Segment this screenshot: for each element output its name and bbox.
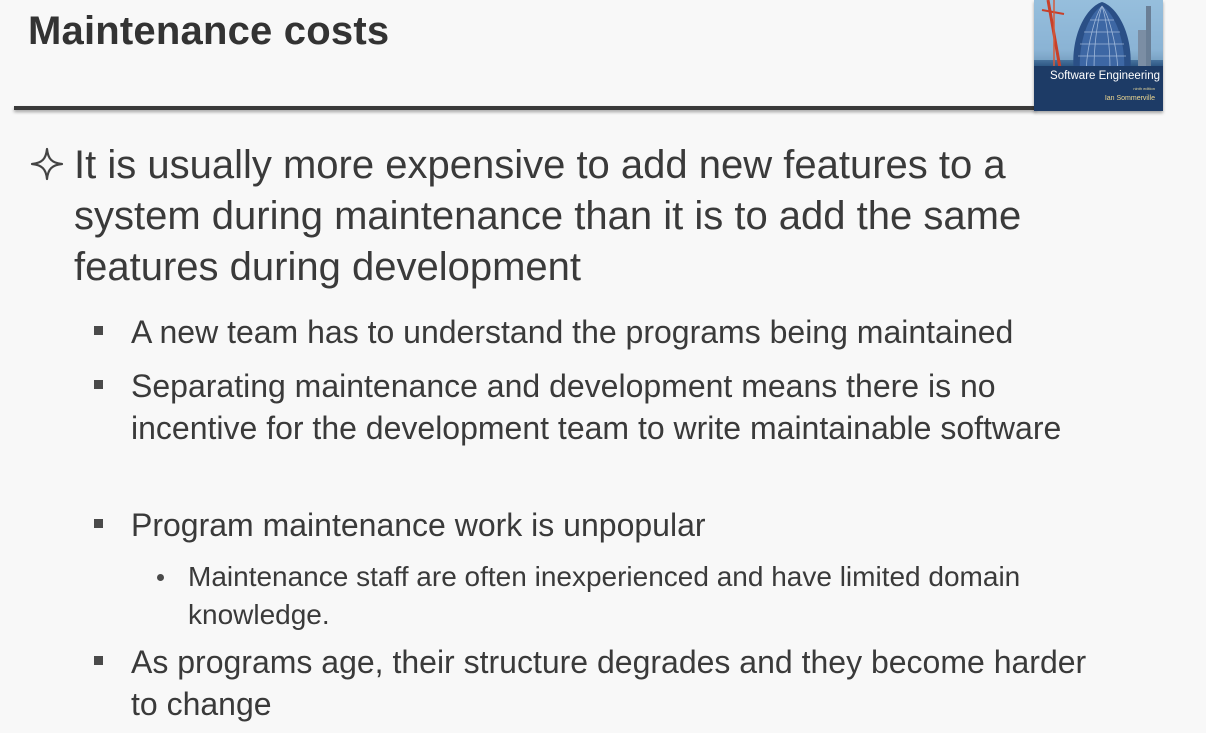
round-bullet-icon [157,574,164,581]
bullet-level1-text: It is usually more expensive to add new … [74,143,1022,289]
book-cover-title: Software Engineering [1050,70,1160,82]
book-cover-edition: ninth edition [1133,86,1155,91]
square-bullet-icon [94,656,103,665]
square-bullet-icon [94,326,103,335]
book-cover-author: Ian Sommerville [1104,95,1155,102]
four-point-star-icon [30,147,64,181]
book-cover-image: Software Engineering ninth edition Ian S… [1034,0,1163,111]
square-bullet-icon [94,519,103,528]
square-bullet-icon [94,380,103,389]
bullet-level2-text: Program maintenance work is unpopular [131,507,706,543]
bullet-level2-text: As programs age, their structure degrade… [131,644,1087,722]
bullet-level2-text: Separating maintenance and development m… [131,368,1062,446]
slide: Maintenance costs Software Engineering n… [0,0,1206,733]
bullet-level3-text: Maintenance staff are often inexperience… [188,561,1021,630]
bullet-level2-text: A new team has to understand the program… [131,314,1014,350]
title-divider [14,106,1036,110]
slide-title: Maintenance costs [28,9,390,53]
